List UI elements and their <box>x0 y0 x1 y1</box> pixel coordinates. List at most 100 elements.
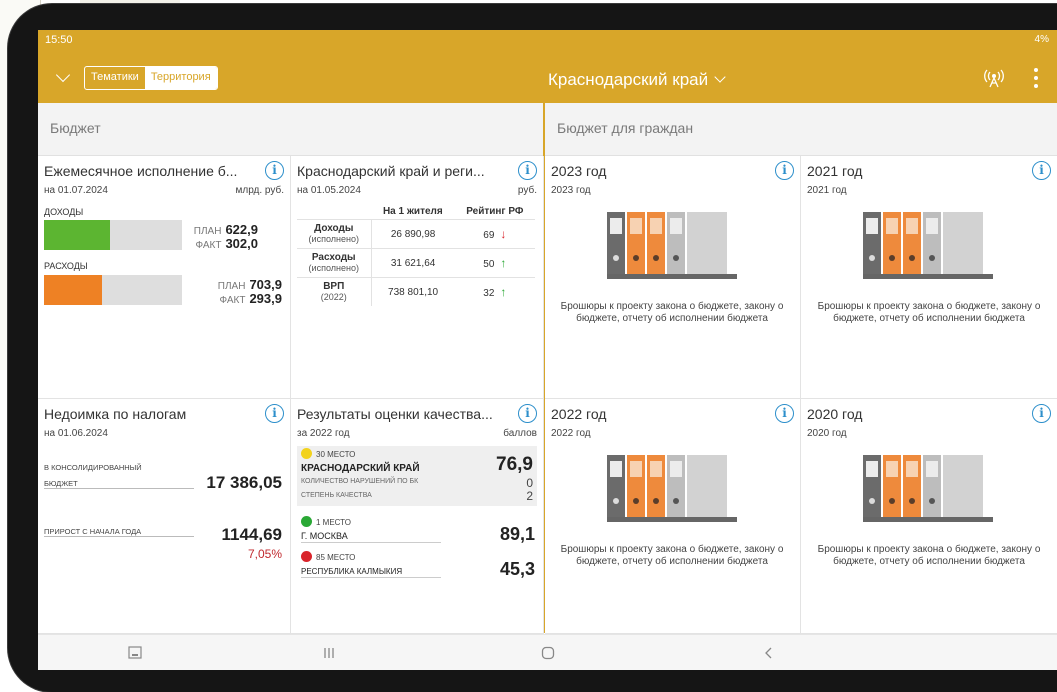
binders-icon <box>863 455 993 522</box>
table-row: ВРП (2022) 738 801,10 32 ↑ <box>297 277 535 306</box>
best-score: 89,1 <box>499 524 535 544</box>
tab-territory[interactable]: Территория <box>144 67 217 89</box>
section-budget: Бюджет <box>38 103 543 156</box>
income-plan: ПЛАН 622,9 <box>193 222 258 237</box>
degree-value: 2 <box>526 489 533 503</box>
label-budget: БЮДЖЕТ <box>44 479 78 488</box>
expense-label: РАСХОДЫ <box>44 261 88 271</box>
card-region-comparison[interactable]: Краснодарский край и реги... i на 01.05.… <box>291 156 544 399</box>
label-growth: ПРИРОСТ С НАЧАЛА ГОДА <box>44 527 142 536</box>
region-selector[interactable]: Краснодарский край <box>548 70 726 90</box>
card-subtitle: 2021 год <box>807 185 847 196</box>
recent-apps-icon[interactable] <box>322 646 336 660</box>
chevron-down-icon <box>714 71 726 83</box>
divider <box>44 488 194 489</box>
card-title: 2023 год <box>551 163 607 179</box>
growth-value: 1144,69 <box>221 525 282 544</box>
expense-fact: ФАКТ 293,9 <box>219 291 282 306</box>
app-bar: 15:50 4% Тематики Территория Краснодарск… <box>38 30 1057 103</box>
section-citizens-budget: Бюджет для граждан <box>545 103 1057 156</box>
arrears-value: 17 386,05 <box>206 473 282 492</box>
card-title: Результаты оценки качества... <box>297 406 493 422</box>
info-icon[interactable]: i <box>518 404 537 423</box>
best-name: Г. МОСКВА <box>301 531 348 541</box>
violations-label: КОЛИЧЕСТВО НАРУШЕНИЙ ПО БК <box>301 478 419 485</box>
card-subtitle: 2022 год <box>551 428 591 439</box>
card-date: на 01.07.2024 <box>44 185 108 196</box>
screen: 15:50 4% Тематики Территория Краснодарск… <box>38 30 1057 670</box>
expense-plan: ПЛАН 703,9 <box>217 277 282 292</box>
card-title: 2022 год <box>551 406 607 422</box>
region-table: На 1 жителя Рейтинг РФ Доходы (исполнено)… <box>297 204 535 306</box>
main-score: 76,9 <box>496 454 533 475</box>
info-icon[interactable]: i <box>775 161 794 180</box>
card-unit: руб. <box>517 185 537 196</box>
card-subtitle: 2023 год <box>551 185 591 196</box>
table-row: Доходы (исполнено) 26 890,98 69 ↓ <box>297 219 535 249</box>
worst-place: 85 МЕСТО <box>316 553 356 562</box>
income-bar <box>44 220 182 250</box>
info-icon[interactable]: i <box>1032 404 1051 423</box>
battery-level: 4% <box>1034 34 1049 45</box>
divider <box>44 536 194 537</box>
mode-switch: Тематики Территория <box>84 66 218 90</box>
info-icon[interactable]: i <box>265 161 284 180</box>
tab-themes[interactable]: Тематики <box>85 67 145 89</box>
screenshot-icon[interactable] <box>128 646 142 660</box>
info-icon[interactable]: i <box>1032 161 1051 180</box>
expense-bar <box>44 275 182 305</box>
best-place: 1 МЕСТО <box>316 518 351 527</box>
violations-value: 0 <box>526 476 533 490</box>
more-menu-icon[interactable] <box>1034 68 1038 92</box>
info-icon[interactable]: i <box>775 404 794 423</box>
brochure-caption: Брошюры к проекту закона о бюджете, зако… <box>560 544 784 567</box>
home-icon[interactable] <box>541 646 555 660</box>
card-date: за 2022 год <box>297 428 350 439</box>
income-fact: ФАКТ 302,0 <box>195 236 258 251</box>
card-date: на 01.05.2024 <box>297 185 361 196</box>
brochure-caption: Брошюры к проекту закона о бюджете, зако… <box>817 301 1041 324</box>
arrow-up-icon: ↑ <box>500 256 507 270</box>
tablet-frame: 15:50 4% Тематики Территория Краснодарск… <box>8 4 1057 692</box>
place-dot-red <box>301 551 312 562</box>
back-icon[interactable] <box>762 646 776 660</box>
region-name: Краснодарский край <box>548 70 709 89</box>
growth-percent: 7,05% <box>247 547 282 561</box>
card-title: Недоимка по налогам <box>44 406 187 422</box>
card-unit: баллов <box>503 428 537 439</box>
collapse-chevron-icon[interactable] <box>55 67 71 83</box>
card-tax-arrears[interactable]: Недоимка по налогам i на 01.06.2024 В КО… <box>38 399 291 634</box>
card-date: на 01.06.2024 <box>44 428 108 439</box>
card-title: 2021 год <box>807 163 863 179</box>
table-row: Расходы (исполнено) 31 621,64 50 ↑ <box>297 248 535 278</box>
section-budget-title: Бюджет <box>50 120 101 136</box>
arrow-up-icon: ↑ <box>500 285 507 299</box>
card-monthly-execution[interactable]: Ежемесячное исполнение б... i на 01.07.2… <box>38 156 291 399</box>
place-dot-yellow <box>301 448 312 459</box>
worst-name: РЕСПУБЛИКА КАЛМЫКИЯ <box>301 567 403 576</box>
status-time: 15:50 <box>45 34 73 46</box>
card-quality-results[interactable]: Результаты оценки качества... i за 2022 … <box>291 399 544 634</box>
card-title: Краснодарский край и реги... <box>297 163 485 179</box>
income-label: ДОХОДЫ <box>44 207 84 217</box>
card-title: Ежемесячное исполнение б... <box>44 163 238 179</box>
divider <box>301 577 441 578</box>
antenna-icon[interactable] <box>984 68 1004 88</box>
system-nav-bar <box>38 634 1057 670</box>
divider <box>301 542 441 543</box>
card-title: 2020 год <box>807 406 863 422</box>
section-citizens-title: Бюджет для граждан <box>557 120 694 136</box>
binders-icon <box>607 455 737 522</box>
info-icon[interactable]: i <box>265 404 284 423</box>
card-brochure-2020[interactable]: 2020 год i 2020 год Брошюры к проекту за… <box>801 399 1057 634</box>
place-dot-green <box>301 516 312 527</box>
info-icon[interactable]: i <box>518 161 537 180</box>
card-brochure-2023[interactable]: 2023 год i 2023 год Брошюры к проекту за… <box>545 156 801 399</box>
card-brochure-2022[interactable]: 2022 год i 2022 год Брошюры к проекту за… <box>545 399 801 634</box>
main-name: КРАСНОДАРСКИЙ КРАЙ <box>301 463 420 474</box>
card-brochure-2021[interactable]: 2021 год i 2021 год Брошюры к проекту за… <box>801 156 1057 399</box>
degree-label: СТЕПЕНЬ КАЧЕСТВА <box>301 492 372 499</box>
worst-score: 45,3 <box>499 559 535 579</box>
brochure-caption: Брошюры к проекту закона о бюджете, зако… <box>817 544 1041 567</box>
binders-icon <box>607 212 737 279</box>
